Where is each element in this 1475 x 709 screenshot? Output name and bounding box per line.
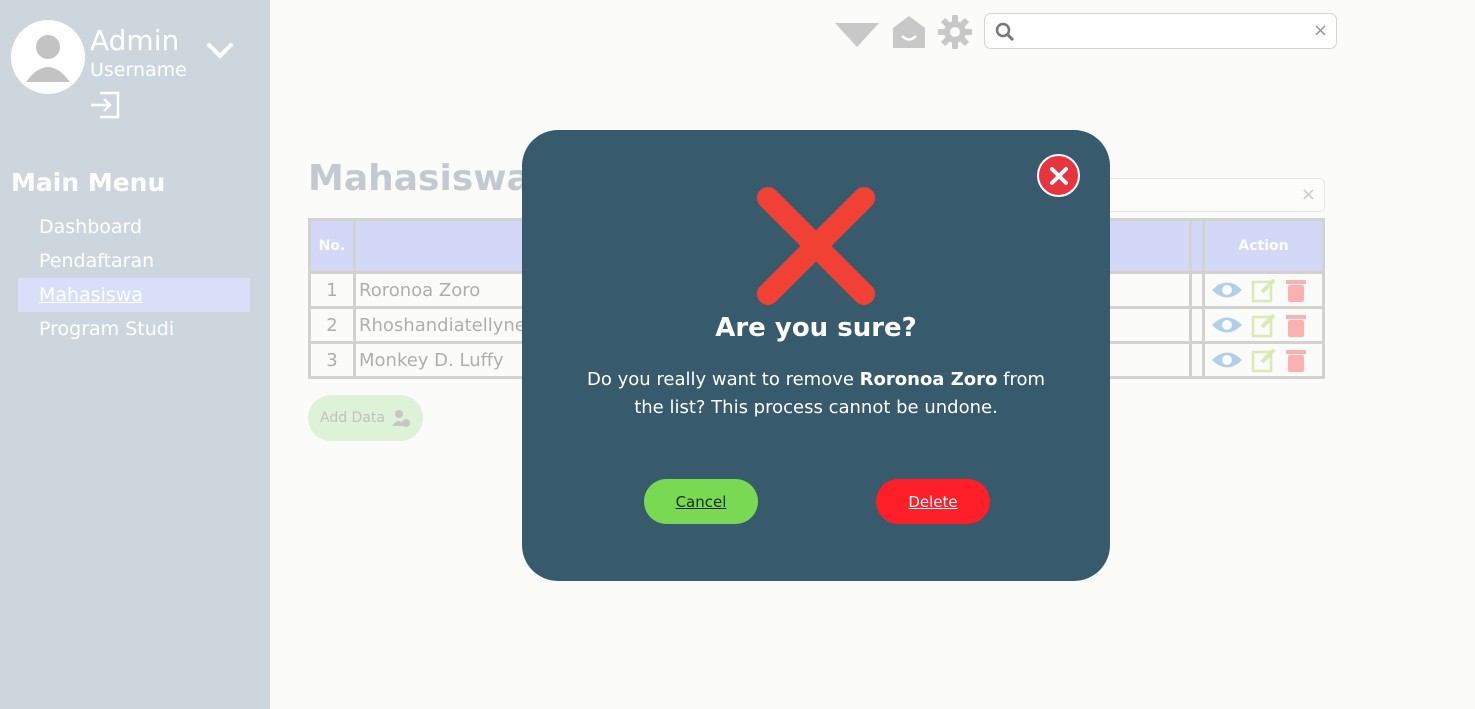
modal-message-prefix: Do you really want to remove [586,369,860,390]
sidebar: Admin Username Main Menu Dashboard Penda… [0,0,270,709]
delete-button[interactable]: Delete [876,479,990,524]
col-header-action: Action [1202,218,1325,274]
user-avatar-icon [11,20,85,94]
logout-icon[interactable] [90,91,120,119]
trash-icon[interactable] [1285,277,1307,303]
view-icon[interactable] [1211,314,1243,336]
cell-no: 2 [308,306,356,344]
add-data-label: Add Data [320,410,385,426]
table-search-box[interactable]: × [1090,178,1325,212]
cell-extra [1189,306,1205,344]
cell-extra [1189,341,1205,379]
cell-actions [1202,306,1325,344]
trash-icon[interactable] [1285,312,1307,338]
add-user-icon [391,410,410,427]
trash-icon[interactable] [1285,347,1307,373]
modal-close-button[interactable] [1037,154,1080,197]
edit-icon[interactable] [1251,277,1277,303]
modal-message-name: Roronoa Zoro [859,369,998,390]
edit-icon[interactable] [1251,347,1277,373]
modal-message: Do you really want to remove Roronoa Zor… [586,366,1046,422]
sidebar-item-dashboard[interactable]: Dashboard [18,210,250,244]
delete-confirm-modal: Are you sure? Do you really want to remo… [522,130,1110,581]
col-header-no: No. [308,218,356,274]
sidebar-item-pendaftaran[interactable]: Pendaftaran [18,244,250,278]
sidebar-item-program-studi[interactable]: Program Studi [18,312,250,346]
add-data-button[interactable]: Add Data [308,395,423,441]
sidebar-item-mahasiswa[interactable]: Mahasiswa [18,278,250,312]
user-name: Admin [90,24,180,57]
cell-no: 1 [308,271,356,309]
cell-actions [1202,271,1325,309]
modal-title: Are you sure? [715,313,917,343]
close-icon [1049,166,1068,185]
view-icon[interactable] [1211,349,1243,371]
user-role: Username [90,59,187,81]
col-header-extra [1189,218,1205,274]
main-menu: Dashboard Pendaftaran Mahasiswa Program … [18,210,250,346]
cancel-button[interactable]: Cancel [644,479,758,524]
cell-actions [1202,341,1325,379]
cell-no: 3 [308,341,356,379]
menu-title: Main Menu [11,168,166,197]
view-icon[interactable] [1211,279,1243,301]
big-x-icon [757,187,875,305]
clear-table-search-icon[interactable]: × [1301,184,1316,205]
chevron-down-icon[interactable] [206,42,234,60]
avatar[interactable] [11,20,85,94]
cell-extra [1189,271,1205,309]
edit-icon[interactable] [1251,312,1277,338]
